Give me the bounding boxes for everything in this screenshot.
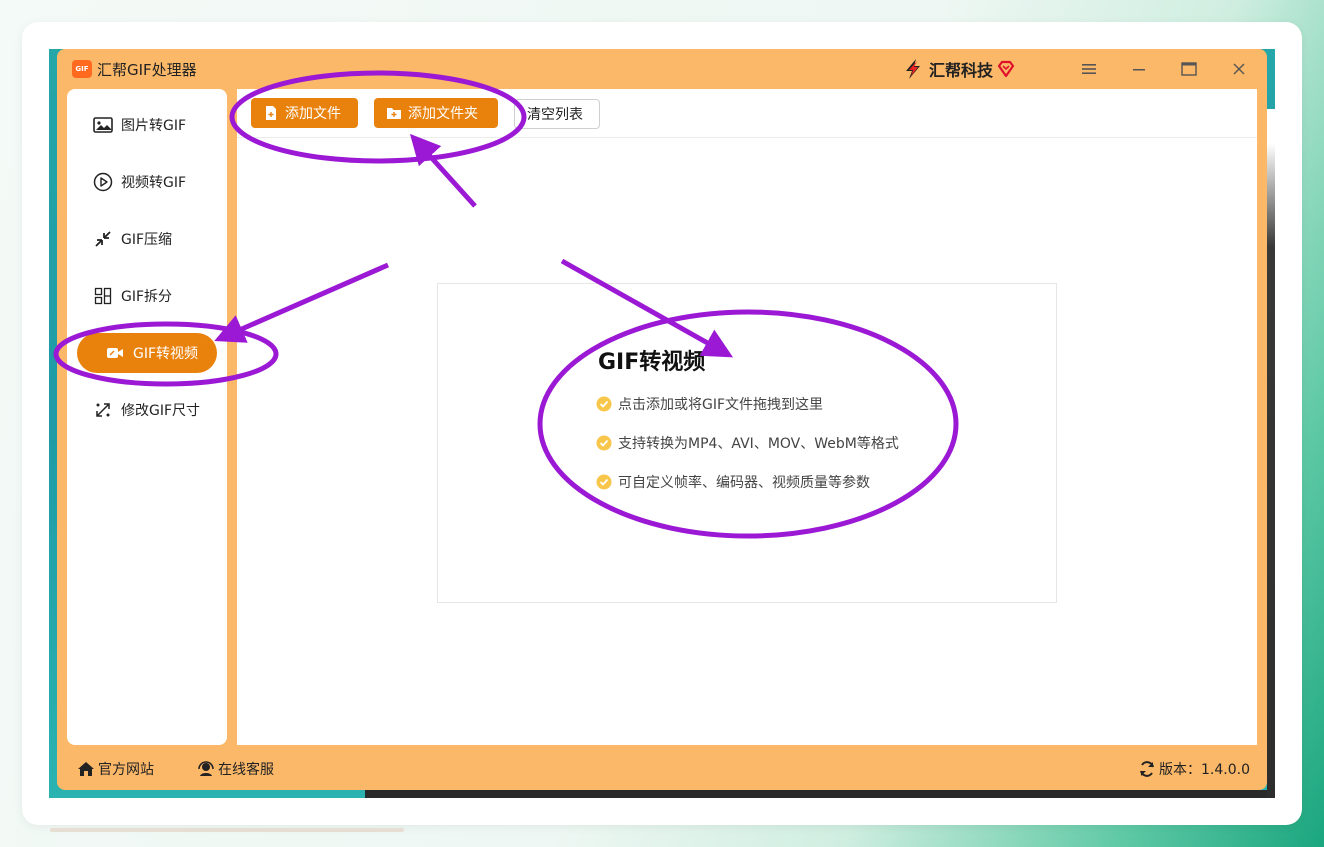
check-circle-icon: [596, 435, 612, 451]
headset-icon: [198, 761, 214, 776]
close-icon: [1233, 63, 1245, 75]
hamburger-icon: [1082, 64, 1096, 74]
minimize-button[interactable]: [1127, 57, 1151, 81]
minimize-icon: [1133, 69, 1145, 71]
drop-zone-hint: 点击添加或将GIF文件拖拽到这里: [596, 394, 823, 414]
card-shadow-line: [50, 828, 404, 832]
file-drop-zone[interactable]: GIF转视频 点击添加或将GIF文件拖拽到这里 支持转换为MP4、AVI、MOV…: [437, 283, 1057, 603]
play-circle-icon: [93, 172, 113, 192]
sidebar-item-gif-split[interactable]: GIF拆分: [67, 276, 227, 316]
image-icon: [93, 115, 113, 135]
footer: 官方网站 在线客服 版本：1.4.0.0: [57, 745, 1267, 790]
app-window: GIF 汇帮GIF处理器 汇帮科技 图片转GIF 视频转GIF GIF压缩 GI…: [57, 49, 1267, 790]
official-website-label: 官方网站: [98, 762, 154, 778]
add-folder-icon: [387, 108, 401, 119]
brand-logo-icon: [906, 59, 920, 79]
home-icon: [78, 762, 94, 776]
drop-zone-hint: 支持转换为MP4、AVI、MOV、WebM等格式: [596, 433, 899, 453]
online-support-label: 在线客服: [218, 762, 274, 778]
sidebar-item-label: GIF压缩: [121, 232, 173, 248]
app-logo-icon: GIF: [72, 60, 92, 78]
drop-zone-title: GIF转视频: [598, 350, 706, 375]
official-website-link[interactable]: 官方网站: [77, 759, 154, 779]
sidebar-item-image-to-gif[interactable]: 图片转GIF: [67, 105, 227, 145]
main-panel: 添加文件 添加文件夹 清空列表 GIF转视频 点击添加或将GIF文件拖拽到这里 …: [237, 89, 1257, 745]
menu-button[interactable]: [1077, 57, 1101, 81]
drop-zone-hint: 可自定义帧率、编码器、视频质量等参数: [596, 472, 870, 492]
heart-gem-icon: [997, 60, 1015, 78]
add-file-icon: [266, 106, 276, 120]
drop-zone-hint-text: 可自定义帧率、编码器、视频质量等参数: [618, 475, 870, 491]
sidebar-item-label: GIF转视频: [133, 346, 199, 362]
clear-list-button[interactable]: 清空列表: [514, 99, 600, 129]
sidebar-item-gif-compress[interactable]: GIF压缩: [67, 219, 227, 259]
refresh-icon: [1140, 761, 1154, 777]
sidebar-item-video-to-gif[interactable]: 视频转GIF: [67, 162, 227, 202]
compress-icon: [93, 229, 113, 249]
close-button[interactable]: [1227, 57, 1251, 81]
sidebar: 图片转GIF 视频转GIF GIF压缩 GIF拆分 GIF转视频 修改GIF尺寸: [67, 89, 227, 745]
version-label: 版本：1.4.0.0: [1159, 762, 1250, 778]
add-file-button[interactable]: 添加文件: [251, 98, 358, 128]
brand-name: 汇帮科技: [929, 61, 994, 80]
check-circle-icon: [596, 396, 612, 412]
drop-zone-hint-text: 点击添加或将GIF文件拖拽到这里: [618, 397, 824, 413]
maximize-icon: [1181, 62, 1197, 76]
add-file-label: 添加文件: [285, 106, 341, 122]
sidebar-item-gif-to-video[interactable]: GIF转视频: [77, 333, 217, 373]
maximize-button[interactable]: [1177, 57, 1201, 81]
online-support-link[interactable]: 在线客服: [197, 759, 274, 779]
drop-zone-hint-text: 支持转换为MP4、AVI、MOV、WebM等格式: [618, 436, 899, 452]
video-camera-icon: [105, 343, 125, 363]
split-icon: [93, 286, 113, 306]
resize-icon: [93, 400, 113, 420]
desktop-window-edge: [1267, 109, 1275, 798]
brand: 汇帮科技: [902, 57, 1015, 81]
sidebar-item-label: 视频转GIF: [121, 175, 187, 191]
sidebar-item-resize-gif[interactable]: 修改GIF尺寸: [67, 390, 227, 430]
toolbar: 添加文件 添加文件夹 清空列表: [237, 89, 1257, 138]
sidebar-item-label: GIF拆分: [121, 289, 173, 305]
title-bar: GIF 汇帮GIF处理器 汇帮科技: [57, 49, 1267, 89]
check-circle-icon: [596, 474, 612, 490]
desktop-taskbar-strip: [365, 790, 1275, 798]
clear-list-label: 清空列表: [527, 107, 583, 123]
sidebar-item-label: 图片转GIF: [121, 118, 187, 134]
sidebar-item-label: 修改GIF尺寸: [121, 403, 201, 419]
add-folder-label: 添加文件夹: [408, 106, 478, 122]
app-title: 汇帮GIF处理器: [97, 61, 197, 79]
version-info[interactable]: 版本：1.4.0.0: [1138, 759, 1250, 779]
add-folder-button[interactable]: 添加文件夹: [374, 98, 498, 128]
